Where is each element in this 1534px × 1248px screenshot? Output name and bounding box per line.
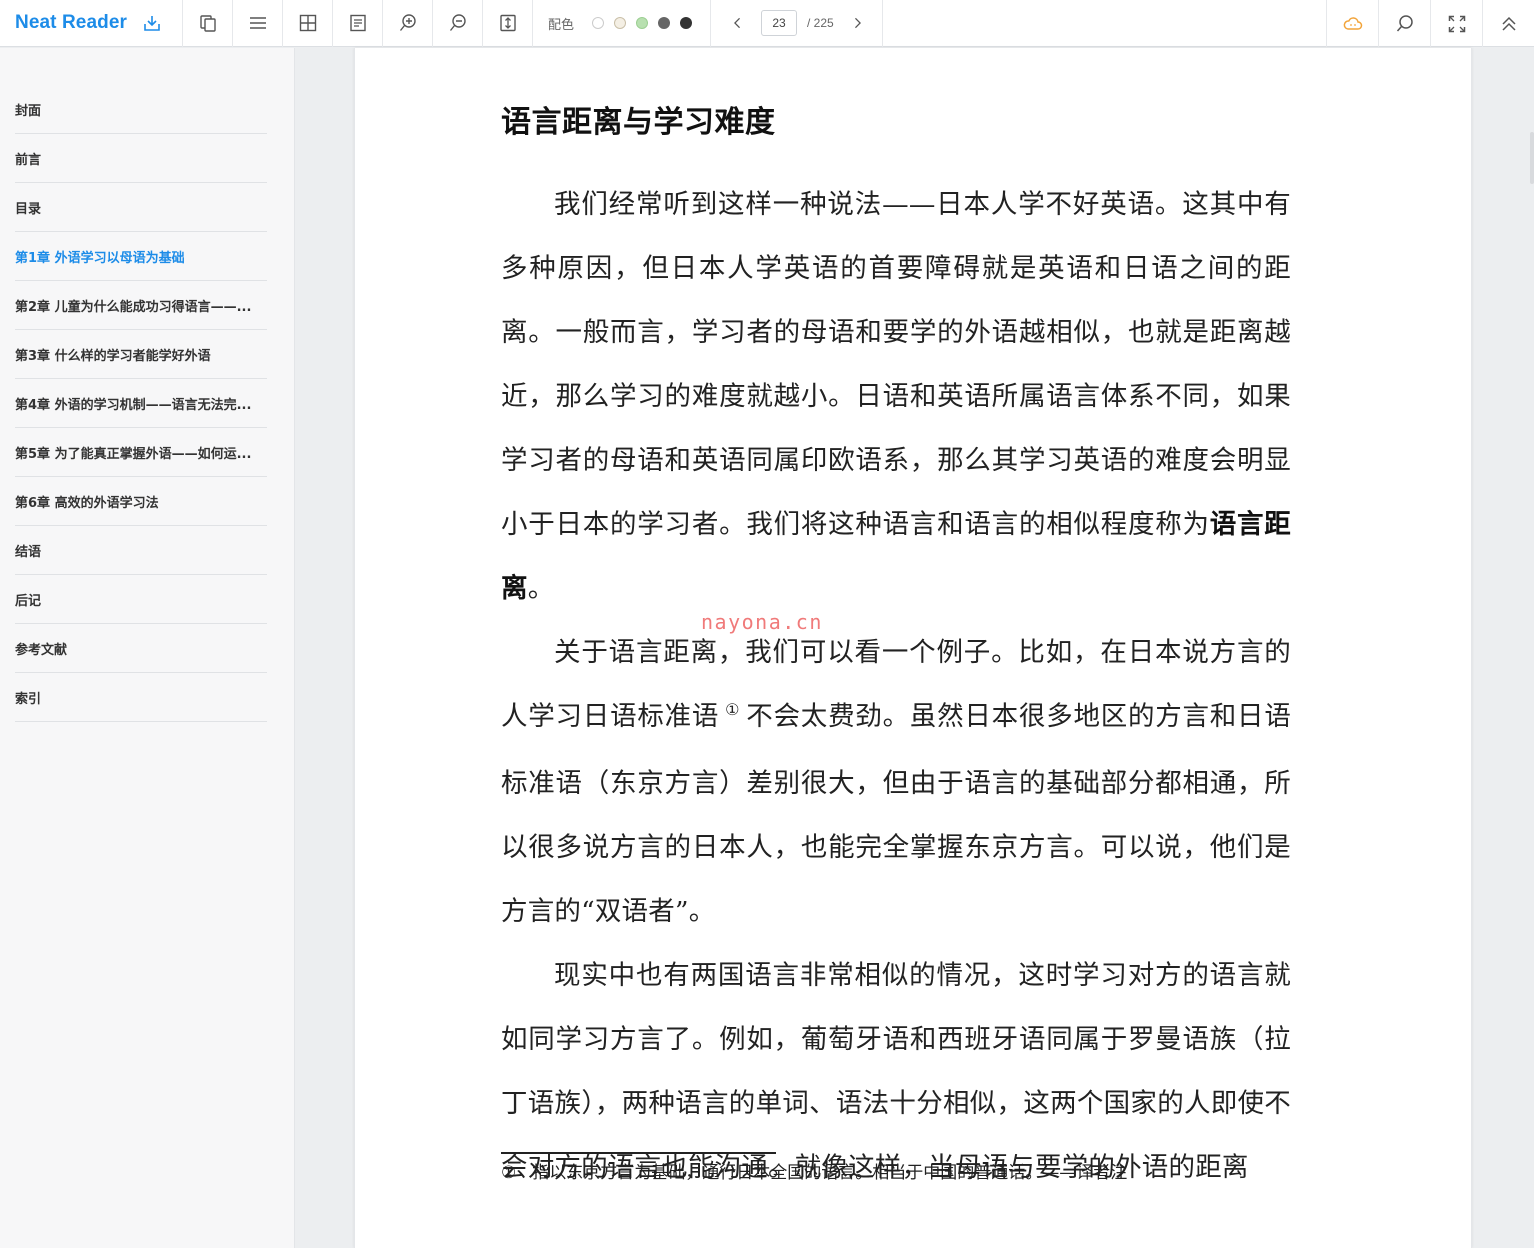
footnote-divider xyxy=(501,1152,776,1154)
toc-item[interactable]: 索引 xyxy=(15,673,267,722)
theme-swatch-green[interactable] xyxy=(636,17,649,29)
scrollbar-thumb[interactable] xyxy=(1530,132,1534,184)
table-of-contents: 封面前言目录第1章 外语学习以母语为基础第2章 儿童为什么能成功习得语言——..… xyxy=(15,85,267,722)
toc-item[interactable]: 封面 xyxy=(15,85,267,134)
download-icon[interactable] xyxy=(142,13,162,33)
notes-button[interactable] xyxy=(333,0,383,47)
toc-item-label: 第3章 什么样的学习者能学好外语 xyxy=(15,348,211,364)
toc-item-label: 第4章 外语的学习机制——语言无法完... xyxy=(15,397,252,413)
page-scrollbar[interactable] xyxy=(1528,48,1534,1248)
toc-item[interactable]: 第1章 外语学习以母语为基础 xyxy=(15,232,267,281)
toc-item[interactable]: 第2章 儿童为什么能成功习得语言——... xyxy=(15,281,267,330)
cloud-sync-button[interactable] xyxy=(1326,0,1378,47)
theme-label: 配色 xyxy=(548,17,575,33)
collapse-toolbar-button[interactable] xyxy=(1482,0,1534,47)
chevron-right-icon xyxy=(854,17,861,29)
fit-height-icon xyxy=(499,14,516,32)
right-tools xyxy=(1326,0,1534,47)
sidebar: 封面前言目录第1章 外语学习以母语为基础第2章 儿童为什么能成功习得语言——..… xyxy=(0,48,295,1248)
zoom-out-icon xyxy=(449,14,466,31)
app-name: Neat Reader xyxy=(15,12,127,33)
toc-item-label: 索引 xyxy=(15,691,42,707)
paragraph-2: 关于语言距离，我们可以看一个例子。比如，在日本说方言的人学习日语标准语 ① 不会太费… xyxy=(501,637,1292,927)
toc-item-label: 前言 xyxy=(15,152,42,168)
paragraph-1: 我们经常听到这样一种说法——日本人学不好英语。这其中有多种原因，但日本人学英语的… xyxy=(501,189,1292,604)
search-icon xyxy=(1396,14,1413,31)
copy-button[interactable] xyxy=(183,0,233,47)
toc-item-label: 后记 xyxy=(15,593,42,609)
section-title: 语言距离与学习难度 xyxy=(501,105,776,140)
book-page: 语言距离与学习难度 我们经常听到这样一种说法——日本人学不好英语。这其中有多种原… xyxy=(354,48,1472,1248)
toc-item[interactable]: 第3章 什么样的学习者能学好外语 xyxy=(15,330,267,379)
footnote: ① 指以东京方言为基础，通行日本全国的语言。相当于中国的普通话。——译者注 xyxy=(501,1158,1127,1183)
footnote-mark: ① xyxy=(501,1163,517,1183)
toc-item-label: 结语 xyxy=(15,544,42,560)
next-page-button[interactable] xyxy=(848,14,866,32)
grid-view-button[interactable] xyxy=(283,0,333,47)
theme-swatch-white[interactable] xyxy=(592,17,605,29)
grid-icon xyxy=(299,14,316,32)
toc-item-label: 第5章 为了能真正掌握外语——如何运... xyxy=(15,446,252,462)
zoom-in-icon xyxy=(399,14,416,31)
cloud-icon xyxy=(1343,16,1362,30)
zoom-in-button[interactable] xyxy=(383,0,433,47)
fullscreen-button[interactable] xyxy=(1430,0,1482,47)
double-chevron-up-icon xyxy=(1501,16,1516,31)
prev-page-button[interactable] xyxy=(729,14,747,32)
toc-item-label: 第6章 高效的外语学习法 xyxy=(15,495,159,511)
toolbar: Neat Reader 配色 23 / 225 xyxy=(0,0,1534,47)
toc-item-label: 第2章 儿童为什么能成功习得语言——... xyxy=(15,299,252,315)
toc-item[interactable]: 结语 xyxy=(15,526,267,575)
zoom-out-button[interactable] xyxy=(433,0,483,47)
watermark: nayona.cn xyxy=(701,610,823,634)
footnote-text: 指以东京方言为基础，通行日本全国的语言。相当于中国的普通话。——译者注 xyxy=(532,1163,1128,1183)
page-navigator: 23 / 225 xyxy=(711,0,883,47)
toc-item[interactable]: 第6章 高效的外语学习法 xyxy=(15,477,267,526)
toc-item-label: 目录 xyxy=(15,201,42,217)
toc-button[interactable] xyxy=(233,0,283,47)
chevron-left-icon xyxy=(734,17,741,29)
fullscreen-icon xyxy=(1448,15,1465,32)
menu-icon xyxy=(249,17,266,29)
toc-item[interactable]: 第4章 外语的学习机制——语言无法完... xyxy=(15,379,267,428)
page-total: / 225 xyxy=(807,16,834,30)
toc-item[interactable]: 第5章 为了能真正掌握外语——如何运... xyxy=(15,428,267,477)
footnote-reference[interactable]: ① xyxy=(725,700,740,719)
theme-swatch-dark[interactable] xyxy=(680,17,693,29)
toc-item[interactable]: 后记 xyxy=(15,575,267,624)
page-number-input[interactable]: 23 xyxy=(761,10,798,36)
toc-item-label: 封面 xyxy=(15,103,42,119)
color-theme-picker: 配色 xyxy=(533,0,712,47)
toc-item-label: 第1章 外语学习以母语为基础 xyxy=(15,250,185,266)
brand: Neat Reader xyxy=(0,0,183,47)
copy-icon xyxy=(199,15,216,32)
toc-item[interactable]: 前言 xyxy=(15,134,267,183)
toc-item[interactable]: 目录 xyxy=(15,183,267,232)
toc-item[interactable]: 参考文献 xyxy=(15,624,267,673)
note-icon xyxy=(349,14,366,32)
page-content: 语言距离与学习难度 我们经常听到这样一种说法——日本人学不好英语。这其中有多种原… xyxy=(501,98,1291,1200)
theme-swatch-beige[interactable] xyxy=(614,17,627,29)
theme-swatch-gray[interactable] xyxy=(658,17,671,29)
toc-item-label: 参考文献 xyxy=(15,642,68,658)
search-button[interactable] xyxy=(1378,0,1430,47)
fit-height-button[interactable] xyxy=(483,0,533,47)
